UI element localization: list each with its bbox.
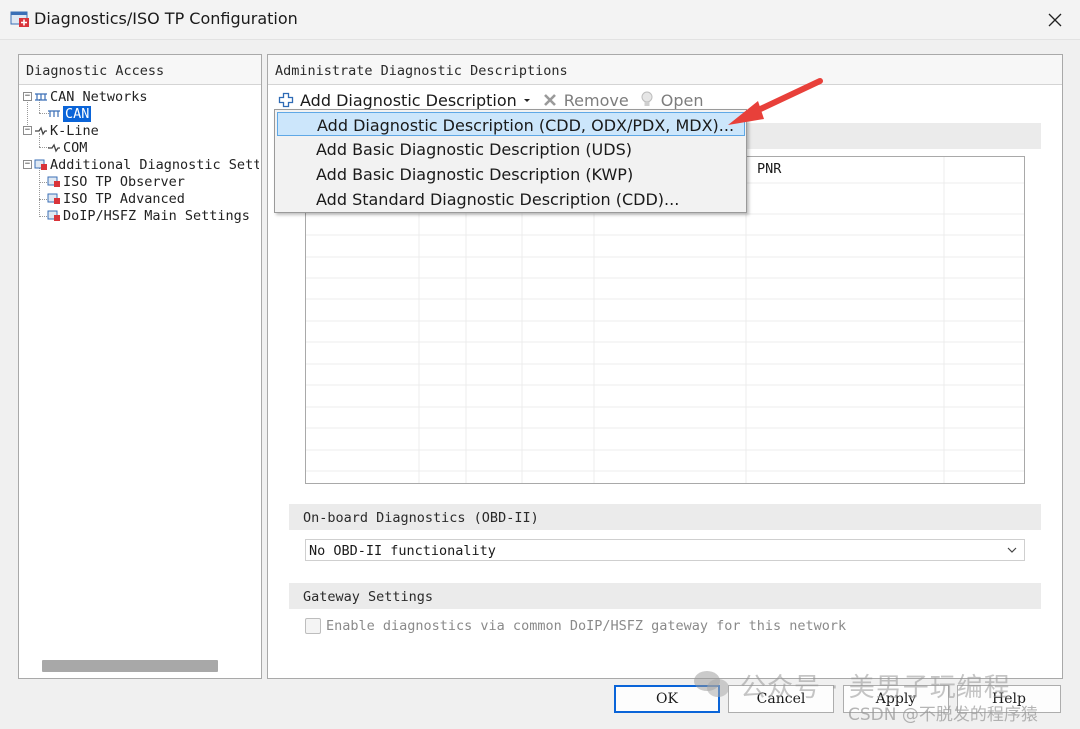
window-title: Diagnostics/ISO TP Configuration: [34, 9, 298, 28]
tree-item-can-networks[interactable]: − CAN Networks: [23, 88, 148, 105]
gateway-checkbox[interactable]: [305, 618, 321, 634]
diagnostic-access-header: Diagnostic Access: [19, 55, 261, 85]
collapse-toggle-icon[interactable]: −: [23, 92, 32, 101]
tree-item-doip-hsfz-main-settings[interactable]: DoIP/HSFZ Main Settings: [47, 207, 250, 224]
obd-select-value: No OBD-II functionality: [309, 543, 496, 559]
column-header-pnr: PNR: [757, 161, 782, 177]
close-button[interactable]: [1040, 6, 1070, 34]
settings-icon: [47, 176, 60, 187]
menu-item-label: Add Basic Diagnostic Description (KWP): [316, 165, 634, 184]
tree-item-label: Additional Diagnostic Setti: [50, 156, 259, 173]
menu-item-add-diagnostic-description[interactable]: Add Diagnostic Description (CDD, ODX/PDX…: [277, 112, 745, 136]
chevron-down-icon: [1007, 547, 1017, 553]
collapse-toggle-icon[interactable]: −: [23, 160, 32, 169]
app-icon: [10, 11, 29, 27]
tree-item-label: COM: [63, 139, 88, 156]
title-bar: Diagnostics/ISO TP Configuration: [0, 0, 1080, 40]
close-icon: [1048, 13, 1062, 27]
tree-item-label: CAN Networks: [50, 88, 148, 105]
diagnostic-descriptions-header: Administrate Diagnostic Descriptions: [268, 55, 1062, 85]
horizontal-scrollbar[interactable]: [20, 658, 260, 672]
kline-icon: [48, 143, 60, 152]
open-label: Open: [660, 90, 704, 110]
network-icon: [48, 109, 60, 117]
remove-label: Remove: [563, 90, 629, 110]
collapse-toggle-icon[interactable]: −: [23, 126, 32, 135]
tree-item-can[interactable]: CAN: [47, 105, 92, 122]
remove-icon: [543, 94, 556, 106]
tree-item-label: ISO TP Advanced: [63, 190, 185, 207]
plus-icon: [278, 92, 294, 108]
tree-item-label: ISO TP Observer: [63, 173, 185, 190]
tree-item-iso-tp-observer[interactable]: ISO TP Observer: [47, 173, 185, 190]
settings-icon: [47, 193, 60, 204]
tree-item-k-line[interactable]: − K-Line: [23, 122, 99, 139]
annotation-arrow-icon: [728, 78, 823, 125]
add-diagnostic-description-label: Add Diagnostic Description: [300, 90, 517, 110]
menu-item-label: Add Basic Diagnostic Description (UDS): [316, 140, 632, 159]
diagnostic-access-panel: Diagnostic Access − CAN Networks CAN − K…: [18, 54, 262, 679]
network-icon: [35, 92, 47, 101]
kline-icon: [35, 126, 47, 135]
gateway-section-title: Gateway Settings: [289, 583, 1041, 609]
settings-icon: [34, 159, 47, 170]
scrollbar-thumb[interactable]: [42, 660, 218, 672]
watermark-line2: CSDN @不脱发的程序猿: [848, 705, 1038, 725]
obd-select[interactable]: No OBD-II functionality: [305, 539, 1025, 561]
dropdown-arrow-icon: [523, 99, 530, 102]
watermark-line1: 公众号 · 美男子玩编程: [740, 673, 1011, 703]
gateway-checkbox-row[interactable]: Enable diagnostics via common DoIP/HSFZ …: [305, 618, 846, 634]
tree-item-iso-tp-advanced[interactable]: ISO TP Advanced: [47, 190, 185, 207]
tree-item-additional-diagnostic-settings[interactable]: − Additional Diagnostic Setti: [23, 156, 259, 173]
wechat-logo-icon: [694, 671, 729, 697]
remove-button[interactable]: Remove: [542, 91, 629, 110]
add-description-menu: Add Diagnostic Description (CDD, ODX/PDX…: [274, 109, 747, 213]
open-button[interactable]: Open: [639, 90, 704, 110]
tree-item-com[interactable]: COM: [47, 139, 87, 156]
lightbulb-icon: [641, 91, 653, 106]
gateway-checkbox-label: Enable diagnostics via common DoIP/HSFZ …: [326, 618, 847, 634]
tree-item-label: K-Line: [50, 122, 99, 139]
menu-item-add-basic-uds[interactable]: Add Basic Diagnostic Description (UDS): [277, 137, 745, 161]
menu-item-label: Add Standard Diagnostic Description (CDD…: [316, 190, 680, 209]
add-diagnostic-description-button[interactable]: Add Diagnostic Description: [278, 91, 532, 110]
diagnostic-access-tree: − CAN Networks CAN − K-Line COM − Additi…: [19, 87, 259, 652]
obd-section-title: On-board Diagnostics (OBD-II): [289, 504, 1041, 530]
menu-item-add-basic-kwp[interactable]: Add Basic Diagnostic Description (KWP): [277, 162, 745, 186]
menu-item-label: Add Diagnostic Description (CDD, ODX/PDX…: [317, 116, 735, 135]
tree-item-label: DoIP/HSFZ Main Settings: [63, 207, 250, 224]
tree-item-label: CAN: [63, 105, 92, 122]
menu-item-add-standard-cdd[interactable]: Add Standard Diagnostic Description (CDD…: [277, 187, 745, 211]
settings-icon: [47, 210, 60, 221]
